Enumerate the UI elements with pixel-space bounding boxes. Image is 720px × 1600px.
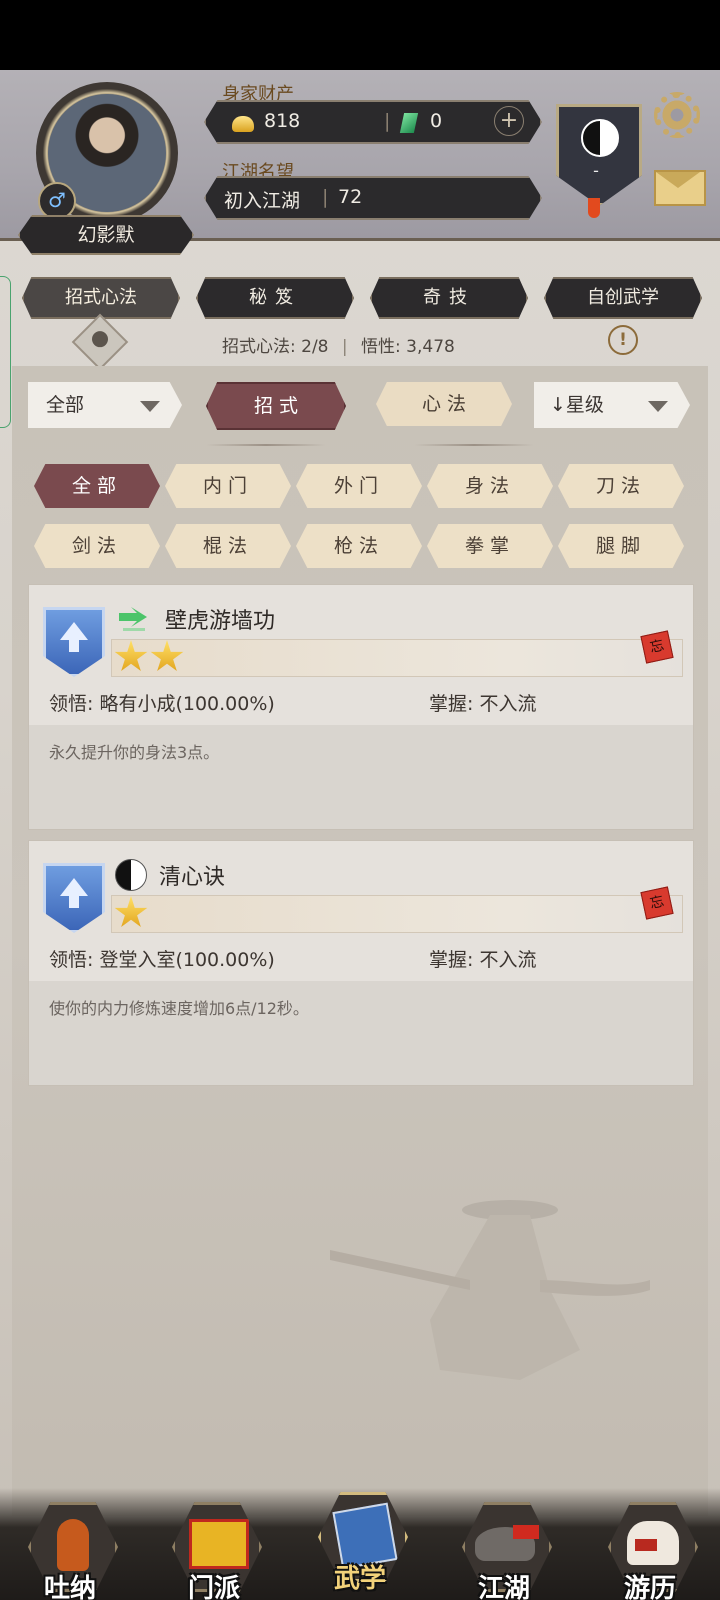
add-currency-button[interactable]: + bbox=[494, 106, 524, 136]
badge-value: - bbox=[593, 161, 599, 180]
jade-amount: 0 bbox=[430, 110, 443, 132]
nav-label: 吐纳 bbox=[43, 1574, 96, 1600]
swordsman-silhouette bbox=[330, 1200, 650, 1380]
mail-icon[interactable] bbox=[654, 170, 706, 206]
dropdown-value: 全部 bbox=[46, 394, 85, 416]
separator: | bbox=[322, 186, 329, 208]
skill-description: 使你的内力修炼速度增加6点/12秒。 bbox=[49, 999, 309, 1018]
nav-sect[interactable]: 门派 bbox=[166, 1496, 262, 1600]
reputation-bar: 初入江湖 | 72 bbox=[204, 176, 542, 220]
tab-secret-manual[interactable]: 秘笈 bbox=[196, 277, 354, 319]
player-header: ♂ 幻影默 身家财产 818 | 0 + 江湖名望 初入江湖 | 72 - bbox=[0, 70, 720, 255]
separator: | bbox=[384, 110, 391, 132]
player-name: 幻影默 bbox=[18, 215, 194, 255]
gold-ingot-icon bbox=[232, 112, 254, 134]
segment-moves[interactable]: 招 式 bbox=[206, 382, 346, 430]
filter-agility[interactable]: 身法 bbox=[427, 464, 553, 508]
jade-icon bbox=[399, 111, 419, 133]
settings-gear-icon[interactable] bbox=[654, 92, 700, 138]
filter-all[interactable]: 全部 bbox=[34, 464, 160, 508]
wealth-bar: 818 | 0 + bbox=[204, 100, 542, 144]
forget-tag-icon[interactable]: 忘 bbox=[640, 886, 674, 920]
yin-yang-icon bbox=[581, 119, 619, 157]
yin-yang-icon bbox=[115, 859, 147, 891]
reputation-value: 72 bbox=[338, 186, 363, 208]
nav-label: 武学 bbox=[333, 1564, 386, 1594]
skill-card[interactable]: 壁虎游墙功 忘 领悟: 略有小成(100.00%) 掌握: 不入流 永久提升你的… bbox=[28, 584, 694, 830]
mastery: 掌握: 不入流 bbox=[429, 949, 537, 971]
insight-value: 悟性: 3,478 bbox=[361, 337, 455, 357]
chevron-down-icon bbox=[648, 401, 668, 412]
sect-badge[interactable]: - bbox=[556, 104, 642, 206]
filter-inner[interactable]: 内门 bbox=[165, 464, 291, 508]
nav-breathing[interactable]: 吐纳 bbox=[22, 1496, 118, 1600]
filter-sword[interactable]: 剑法 bbox=[34, 524, 160, 568]
skills-count: 招式心法: 2/8 bbox=[222, 337, 329, 357]
upgrade-shield-icon[interactable] bbox=[43, 863, 105, 933]
stats-line: 招式心法: 2/8 | 悟性: 3,478 bbox=[222, 332, 455, 357]
comprehension: 领悟: 略有小成(100.00%) bbox=[49, 693, 275, 715]
filter-kick[interactable]: 腿脚 bbox=[558, 524, 684, 568]
sort-value: ↓星级 bbox=[550, 394, 604, 416]
lizard-swift-icon bbox=[119, 607, 147, 631]
sort-dropdown[interactable]: ↓星级 bbox=[534, 382, 690, 428]
divider bbox=[206, 444, 326, 446]
filter-spear[interactable]: 枪法 bbox=[296, 524, 422, 568]
nav-martial-arts[interactable]: 武学 bbox=[312, 1486, 408, 1594]
filter-fist[interactable]: 拳掌 bbox=[427, 524, 553, 568]
star-icon bbox=[150, 640, 184, 671]
category-dropdown[interactable]: 全部 bbox=[28, 382, 182, 428]
chevron-down-icon bbox=[140, 401, 160, 412]
skill-card[interactable]: 清心诀 忘 领悟: 登堂入室(100.00%) 掌握: 不入流 使你的内力修炼速… bbox=[28, 840, 694, 1086]
nav-travel[interactable]: 游历 bbox=[602, 1496, 698, 1600]
mastery: 掌握: 不入流 bbox=[429, 693, 537, 715]
male-icon: ♂ bbox=[38, 182, 76, 220]
nav-label: 门派 bbox=[187, 1574, 240, 1600]
filter-staff[interactable]: 棍法 bbox=[165, 524, 291, 568]
star-rating bbox=[111, 639, 683, 677]
segment-mind[interactable]: 心 法 bbox=[376, 382, 512, 426]
star-icon bbox=[114, 896, 148, 927]
skill-name: 壁虎游墙功 bbox=[165, 609, 276, 634]
tassel-icon bbox=[588, 198, 600, 218]
star-icon bbox=[114, 640, 148, 671]
nav-label: 江湖 bbox=[477, 1574, 530, 1600]
filter-outer[interactable]: 外门 bbox=[296, 464, 422, 508]
gold-amount: 818 bbox=[264, 110, 301, 132]
forget-tag-icon[interactable]: 忘 bbox=[640, 630, 674, 664]
game-screen: ♂ 幻影默 身家财产 818 | 0 + 江湖名望 初入江湖 | 72 - 招式… bbox=[0, 70, 720, 1600]
nav-label: 游历 bbox=[623, 1574, 676, 1600]
nav-jianghu[interactable]: 江湖 bbox=[456, 1496, 552, 1600]
tab-special-skill[interactable]: 奇技 bbox=[370, 277, 528, 319]
tab-custom-martial[interactable]: 自创武学 bbox=[544, 277, 702, 319]
tab-moves-mind[interactable]: 招式心法 bbox=[22, 277, 180, 319]
comprehension: 领悟: 登堂入室(100.00%) bbox=[49, 949, 275, 971]
skill-name: 清心诀 bbox=[159, 865, 226, 890]
reputation-rank: 初入江湖 bbox=[224, 190, 301, 212]
edge-handle bbox=[0, 276, 11, 428]
star-rating bbox=[111, 895, 683, 933]
info-exclamation-icon[interactable]: ! bbox=[608, 325, 638, 355]
skill-description: 永久提升你的身法3点。 bbox=[49, 743, 220, 762]
separator: | bbox=[341, 337, 348, 357]
divider bbox=[414, 444, 534, 446]
filter-blade[interactable]: 刀法 bbox=[558, 464, 684, 508]
upgrade-shield-icon[interactable] bbox=[43, 607, 105, 677]
view-eye-icon[interactable] bbox=[71, 313, 129, 371]
